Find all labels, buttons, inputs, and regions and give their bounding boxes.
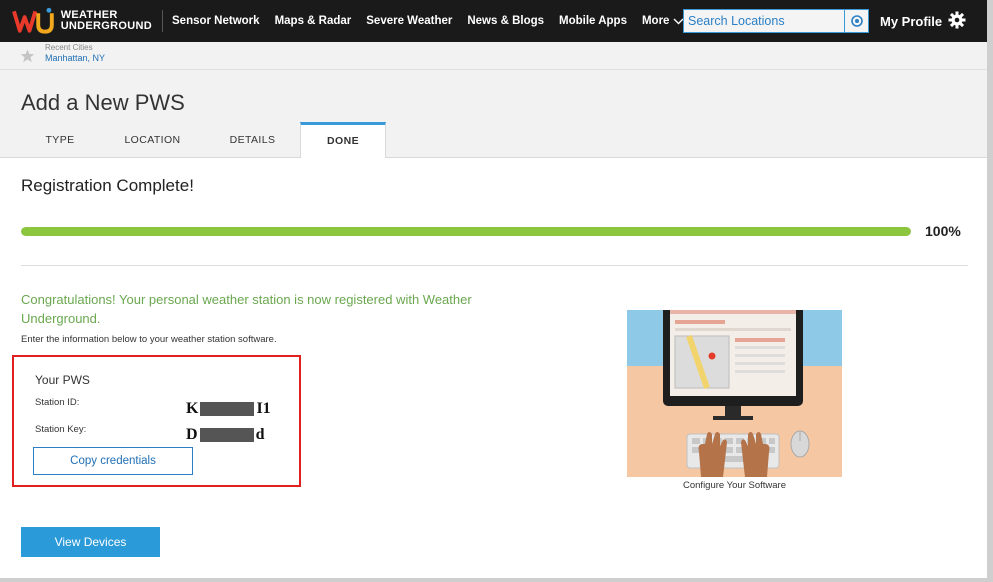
redaction-block [199, 428, 254, 442]
search-box [683, 9, 869, 33]
instructions-text: Enter the information below to your weat… [21, 334, 277, 345]
station-key-prefix: D [186, 426, 198, 443]
view-devices-button[interactable]: View Devices [21, 527, 160, 557]
my-profile-link[interactable]: My Profile [880, 0, 942, 42]
congratulations-message: Congratulations! Your personal weather s… [21, 292, 472, 326]
station-id-suffix: I1 [256, 400, 271, 417]
gear-icon[interactable] [948, 11, 966, 29]
logo-line-2: UNDERGROUND [60, 20, 152, 32]
tab-location[interactable]: LOCATION [100, 122, 205, 158]
nav-severe-weather[interactable]: Severe Weather [366, 15, 452, 27]
nav-news-blogs[interactable]: News & Blogs [467, 15, 544, 27]
main-nav: Sensor Network Maps & Radar Severe Weath… [172, 0, 699, 42]
station-key-suffix: d [255, 426, 265, 443]
registration-title: Registration Complete! [21, 176, 194, 195]
station-key-value: D d [186, 426, 264, 444]
recent-city-link[interactable]: Manhattan, NY [45, 53, 105, 63]
weather-underground-logo[interactable]: WEATHER UNDERGROUND [12, 6, 152, 36]
nav-divider [162, 10, 163, 32]
main-content: Registration Complete! 100% Congratulati… [0, 158, 993, 582]
station-id-value: K I1 [186, 400, 271, 418]
nav-sensor-network[interactable]: Sensor Network [172, 15, 260, 27]
nav-more[interactable]: More [642, 15, 684, 27]
redaction-block [200, 402, 255, 416]
wu-logo-icon [12, 7, 54, 34]
locate-icon [850, 15, 863, 27]
progress-bar-fill [21, 227, 911, 236]
star-icon[interactable] [20, 49, 35, 63]
nav-maps-radar[interactable]: Maps & Radar [275, 15, 352, 27]
step-tabs: TYPE LOCATION DETAILS DONE [20, 122, 386, 159]
progress-percent: 100% [925, 223, 961, 239]
recent-cities-label: Recent Cities [45, 43, 93, 52]
recent-cities-bar: Recent Cities Manhattan, NY [0, 42, 993, 70]
logo-wordmark: WEATHER UNDERGROUND [61, 10, 152, 32]
station-key-label: Station Key: [35, 424, 87, 435]
copy-credentials-button[interactable]: Copy credentials [33, 447, 193, 475]
station-id-prefix: K [186, 400, 199, 417]
tab-done[interactable]: DONE [300, 122, 386, 159]
nav-mobile-apps[interactable]: Mobile Apps [559, 15, 627, 27]
station-id-label: Station ID: [35, 397, 80, 408]
progress-bar [21, 227, 911, 236]
tab-type[interactable]: TYPE [20, 122, 100, 158]
divider [21, 265, 968, 266]
tab-details[interactable]: DETAILS [205, 122, 300, 158]
page-title: Add a New PWS [21, 90, 185, 115]
search-input[interactable] [684, 10, 840, 32]
pws-title: Your PWS [35, 373, 90, 387]
locate-button[interactable] [844, 10, 868, 32]
nav-more-label: More [641, 15, 670, 27]
top-navigation-bar: WEATHER UNDERGROUND Sensor Network Maps … [0, 0, 993, 42]
page-header: Add a New PWS TYPE LOCATION DETAILS DONE [0, 70, 993, 159]
configure-software-illustration [627, 310, 842, 477]
illustration-caption: Configure Your Software [683, 480, 786, 491]
